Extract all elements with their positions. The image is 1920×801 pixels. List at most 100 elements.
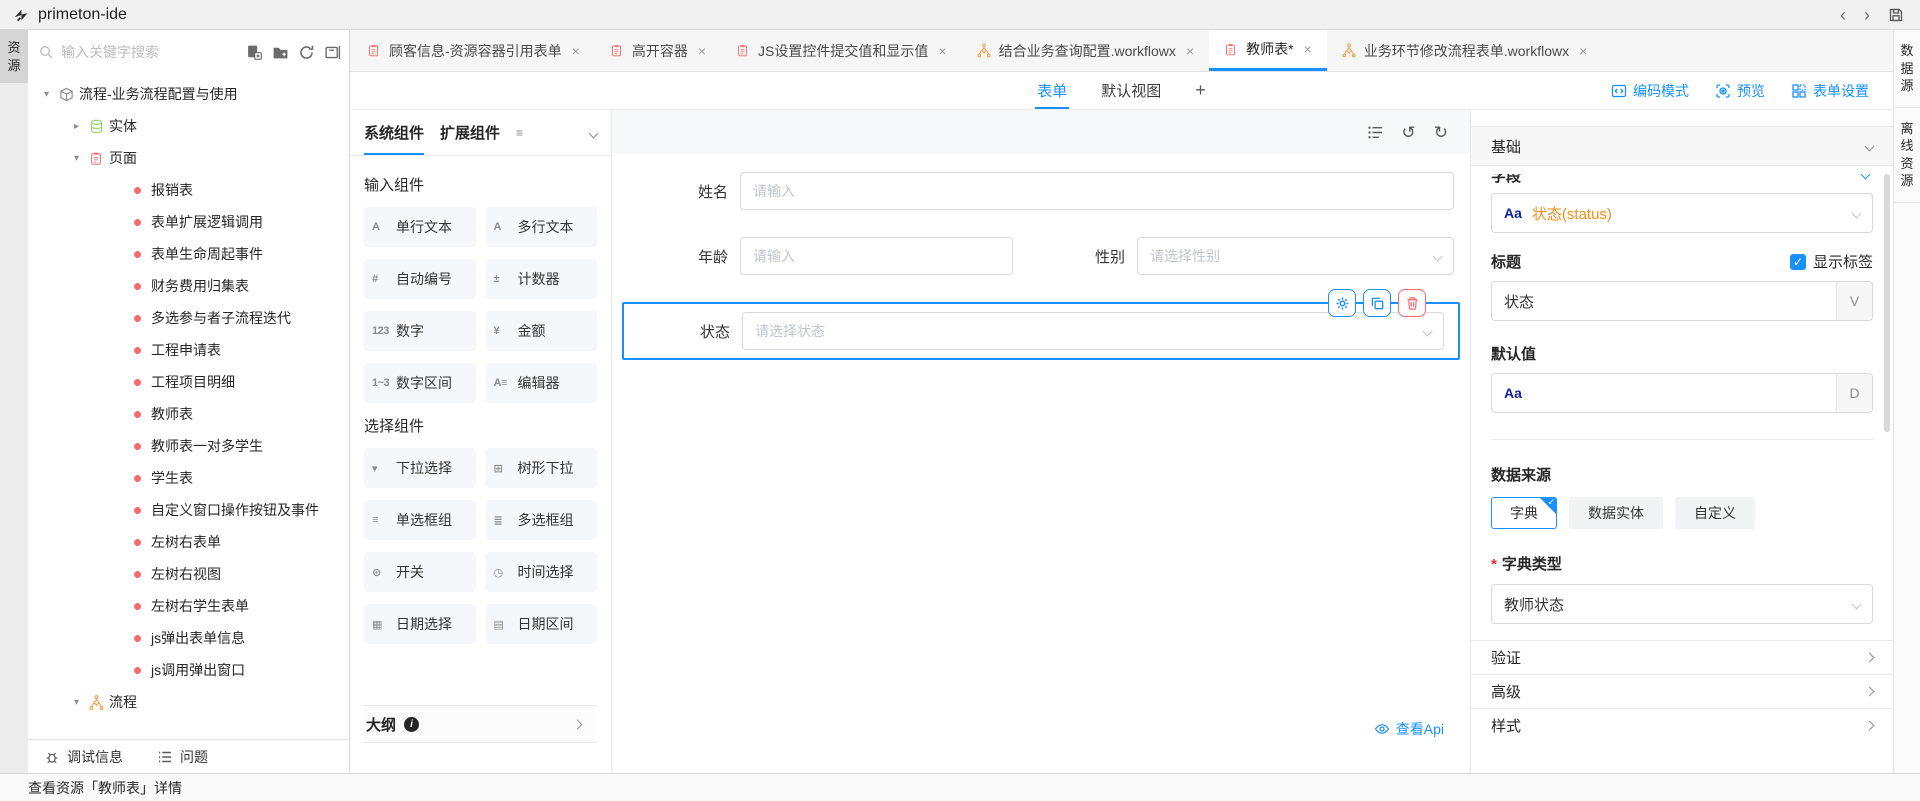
search-input[interactable]	[61, 44, 246, 60]
palette-menu-icon[interactable]: ≡	[516, 126, 523, 140]
refresh-icon[interactable]	[298, 44, 315, 61]
datasource-option[interactable]: 数据实体	[1569, 497, 1663, 529]
issues-button[interactable]: 问题	[157, 747, 208, 767]
field-delete-button[interactable]	[1398, 289, 1426, 317]
view-api-link[interactable]: 查看Api	[1374, 719, 1444, 739]
palette-component[interactable]: 123 数字	[364, 311, 476, 351]
palette-component[interactable]: A 单行文本	[364, 207, 476, 247]
palette-component[interactable]: ± 计数器	[486, 259, 598, 299]
tree-item[interactable]: 流程	[28, 686, 349, 718]
properties-collapsed-section[interactable]: 高级	[1471, 674, 1893, 708]
view-tab-default-view[interactable]: 默认视图	[1101, 72, 1161, 109]
close-icon[interactable]: ×	[938, 43, 946, 59]
form-settings-button[interactable]: 表单设置	[1791, 81, 1869, 101]
editor-tab[interactable]: 顾客信息-资源容器引用表单 ×	[352, 30, 595, 71]
palette-component[interactable]: ◷ 时间选择	[486, 552, 598, 592]
tree-item[interactable]: 左树右学生表单	[28, 590, 349, 622]
expand-arrow-icon[interactable]	[74, 153, 89, 164]
view-tab-form[interactable]: 表单	[1037, 72, 1067, 109]
tree-item[interactable]: 报销表	[28, 174, 349, 206]
datasource-option[interactable]: 自定义	[1675, 497, 1755, 529]
tree-item[interactable]: 流程-业务流程配置与使用	[28, 78, 349, 110]
form-field-status-selected[interactable]: 状态 请选择状态	[622, 302, 1460, 360]
datasource-option[interactable]: 字典	[1491, 497, 1557, 529]
debug-info-button[interactable]: 调试信息	[44, 747, 123, 767]
expand-arrow-icon[interactable]	[44, 89, 59, 100]
palette-component[interactable]: ▾ 下拉选择	[364, 448, 476, 488]
editor-tab[interactable]: 高开容器 ×	[595, 30, 721, 71]
left-tab-resources[interactable]: 资源	[0, 30, 28, 83]
back-icon[interactable]: ‹	[1840, 6, 1846, 24]
editor-tab[interactable]: JS设置控件提交值和显示值 ×	[721, 30, 962, 71]
form-design-surface[interactable]: 姓名 请输入 年龄 请输入	[612, 154, 1470, 773]
title-input[interactable]	[1492, 282, 1836, 320]
close-icon[interactable]: ×	[1579, 43, 1587, 59]
form-field-name[interactable]: 姓名 请输入	[622, 172, 1454, 210]
palette-tab-extension[interactable]: 扩展组件	[440, 110, 500, 155]
expand-arrow-icon[interactable]	[74, 121, 89, 132]
tree-item[interactable]: 表单扩展逻辑调用	[28, 206, 349, 238]
tree-item[interactable]: js弹出表单信息	[28, 622, 349, 654]
form-field-status[interactable]: 状态 请选择状态	[624, 312, 1444, 350]
tree-item[interactable]: 教师表一对多学生	[28, 430, 349, 462]
dict-type-select[interactable]: 教师状态	[1491, 584, 1873, 624]
redo-icon[interactable]: ↻	[1434, 124, 1448, 141]
save-icon[interactable]	[1888, 7, 1904, 23]
forward-icon[interactable]: ›	[1864, 6, 1870, 24]
editor-tab[interactable]: 业务环节修改流程表单.workflowx ×	[1327, 30, 1603, 71]
palette-tab-system[interactable]: 系统组件	[364, 110, 424, 155]
tree-item[interactable]: 教师表	[28, 398, 349, 430]
title-variable-button[interactable]: V	[1836, 282, 1872, 320]
editor-tab[interactable]: 结合业务查询配置.workflowx ×	[962, 30, 1210, 71]
tree-item[interactable]: 自定义窗口操作按钮及事件	[28, 494, 349, 526]
palette-component[interactable]: A≡ 编辑器	[486, 363, 598, 403]
show-label-toggle[interactable]: ✓ 显示标签	[1790, 251, 1873, 272]
close-icon[interactable]: ×	[1304, 41, 1312, 57]
close-icon[interactable]: ×	[572, 43, 580, 59]
tree-item[interactable]: 学生表	[28, 462, 349, 494]
new-folder-icon[interactable]	[272, 44, 289, 61]
field-reference-select[interactable]: Aa 状态(status)	[1491, 193, 1873, 233]
palette-component[interactable]: ⊞ 树形下拉	[486, 448, 598, 488]
tree-item[interactable]: 表单生命周起事件	[28, 238, 349, 270]
add-view-button[interactable]: +	[1195, 72, 1206, 109]
palette-component[interactable]: ¥ 金额	[486, 311, 598, 351]
field-copy-button[interactable]	[1363, 289, 1391, 317]
palette-component[interactable]: # 自动编号	[364, 259, 476, 299]
default-value-input[interactable]	[1522, 374, 1836, 412]
undo-icon[interactable]: ↺	[1402, 124, 1416, 141]
properties-collapsed-section[interactable]: 样式	[1471, 708, 1893, 742]
form-field-age[interactable]: 年龄 请输入	[622, 237, 1013, 275]
tree-item[interactable]: 工程申请表	[28, 334, 349, 366]
palette-component[interactable]: 1~3 数字区间	[364, 363, 476, 403]
code-mode-button[interactable]: 编码模式	[1611, 81, 1689, 101]
tree-item[interactable]: 左树右视图	[28, 558, 349, 590]
palette-component[interactable]: ▦ 日期选择	[364, 604, 476, 644]
tree-item[interactable]: 页面	[28, 142, 349, 174]
tree-item[interactable]: 工程项目明细	[28, 366, 349, 398]
properties-section-basic[interactable]: 基础	[1471, 126, 1893, 166]
tree-item[interactable]: 左树右表单	[28, 526, 349, 558]
collapse-panel-icon[interactable]	[324, 44, 341, 61]
palette-component[interactable]: ▤ 日期区间	[486, 604, 598, 644]
field-settings-button[interactable]	[1328, 289, 1356, 317]
palette-component[interactable]: A 多行文本	[486, 207, 598, 247]
palette-component[interactable]: ≡ 单选框组	[364, 500, 476, 540]
right-strip-tab[interactable]: 数据源	[1894, 30, 1920, 108]
close-icon[interactable]: ×	[698, 43, 706, 59]
preview-button[interactable]: 预览	[1715, 81, 1765, 101]
close-icon[interactable]: ×	[1186, 43, 1194, 59]
tree-item[interactable]: 实体	[28, 110, 349, 142]
tree-item[interactable]: js调用弹出窗口	[28, 654, 349, 686]
checkbox-checked-icon[interactable]: ✓	[1790, 254, 1806, 270]
collapse-palette-icon[interactable]	[590, 124, 597, 142]
outline-bar[interactable]: 大纲 i	[364, 705, 597, 743]
right-strip-tab[interactable]: 离线资源	[1894, 108, 1920, 203]
form-field-gender[interactable]: 性别 请选择性别	[1037, 237, 1454, 275]
expand-arrow-icon[interactable]	[74, 697, 89, 708]
outline-tree-icon[interactable]	[1367, 124, 1384, 141]
scrollbar-thumb[interactable]	[1884, 174, 1890, 432]
default-variable-button[interactable]: D	[1836, 374, 1872, 412]
palette-component[interactable]: ≣ 多选框组	[486, 500, 598, 540]
tree-item[interactable]: 财务费用归集表	[28, 270, 349, 302]
